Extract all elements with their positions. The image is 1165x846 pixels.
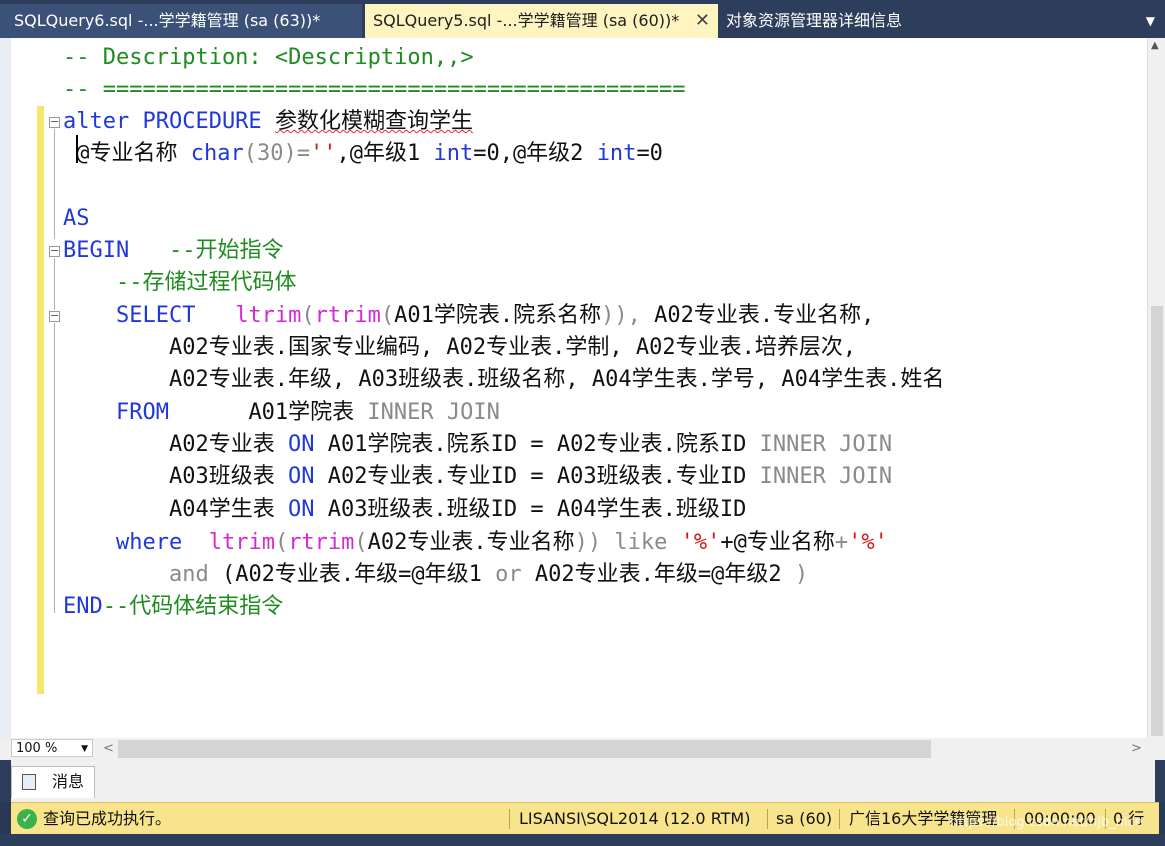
code-line: A02专业表.国家专业编码, A02专业表.学制, A02专业表.培养层次, bbox=[63, 335, 857, 360]
collapse-select-icon[interactable]: − bbox=[49, 310, 60, 322]
fold-guide bbox=[54, 129, 55, 239]
tab-sqlquery6[interactable]: SQLQuery6.sql -...学学籍管理 (sa (63))* bbox=[0, 4, 362, 38]
success-check-icon: ✓ bbox=[17, 809, 37, 829]
collapse-procedure-icon[interactable]: − bbox=[49, 116, 60, 128]
code-line: @专业名称 char(30)='',@年级1 int=0,@年级2 int=0 bbox=[63, 141, 663, 166]
vertical-scrollbar[interactable]: ▲ bbox=[1147, 38, 1165, 738]
status-divider bbox=[767, 809, 768, 829]
tab-messages[interactable]: 消息 bbox=[11, 766, 95, 798]
fold-guide bbox=[54, 323, 55, 613]
horizontal-scroll-thumb[interactable] bbox=[118, 740, 931, 758]
tab-object-explorer-details[interactable]: 对象资源管理器详细信息 ▼ bbox=[722, 4, 1165, 38]
chevron-down-icon: ▼ bbox=[81, 744, 88, 754]
code-line: A04学生表 ON A03班级表.班级ID = A04学生表.班级ID bbox=[63, 497, 747, 522]
window-bottom-frame bbox=[0, 834, 1165, 846]
code-line: A03班级表 ON A02专业表.专业ID = A03班级表.专业ID INNE… bbox=[63, 464, 893, 489]
zoom-select[interactable]: 100 % ▼ bbox=[11, 739, 93, 757]
fold-guide bbox=[54, 258, 55, 310]
status-server: LISANSI\SQL2014 (12.0 RTM) bbox=[519, 809, 751, 828]
tab-sqlquery5[interactable]: SQLQuery5.sql -...学学籍管理 (sa (60))* ✕ bbox=[365, 4, 718, 38]
tab-sqlquery6-label: SQLQuery6.sql -...学学籍管理 (sa (63))* bbox=[14, 11, 321, 30]
scroll-up-icon[interactable]: ▲ bbox=[1151, 40, 1159, 51]
code-line: A02专业表 ON A01学院表.院系ID = A02专业表.院系ID INNE… bbox=[63, 432, 893, 457]
code-line: and (A02专业表.年级=@年级1 or A02专业表.年级=@年级2 ) bbox=[63, 562, 809, 587]
status-divider bbox=[839, 809, 840, 829]
code-line: alter PROCEDURE 参数化模糊查询学生 bbox=[63, 109, 473, 134]
code-line: AS bbox=[63, 206, 90, 231]
results-pane bbox=[11, 760, 1155, 802]
tab-list-dropdown-icon[interactable]: ▼ bbox=[1146, 4, 1155, 38]
status-message: 查询已成功执行。 bbox=[43, 809, 172, 828]
collapse-begin-icon[interactable]: − bbox=[49, 245, 60, 257]
status-user: sa (60) bbox=[776, 809, 833, 828]
status-divider bbox=[509, 809, 510, 829]
code-line: BEGIN --开始指令 bbox=[63, 238, 284, 263]
code-line: where ltrim(rtrim(A02专业表.专业名称)) like '%'… bbox=[63, 530, 888, 555]
scroll-left-icon[interactable]: < bbox=[103, 741, 114, 756]
scroll-right-icon[interactable]: > bbox=[1131, 741, 1142, 756]
messages-icon bbox=[22, 774, 36, 790]
code-line: -- Description: <Description,,> bbox=[63, 45, 474, 70]
code-line: --存储过程代码体 bbox=[63, 270, 297, 295]
tab-sqlquery5-label: SQLQuery5.sql -...学学籍管理 (sa (60))* bbox=[373, 11, 680, 30]
editor-gutter bbox=[11, 38, 37, 738]
code-line: END--代码体结束指令 bbox=[63, 594, 284, 619]
watermark: https://blog.csdn.net/hjb_nice bbox=[950, 815, 1143, 830]
document-tab-bar: SQLQuery6.sql -...学学籍管理 (sa (63))* SQLQu… bbox=[0, 0, 1165, 38]
tab-messages-label: 消息 bbox=[52, 772, 85, 791]
change-tracking-bar bbox=[37, 106, 44, 694]
vertical-scroll-thumb[interactable] bbox=[1151, 306, 1163, 736]
text-caret bbox=[76, 135, 78, 163]
code-line: SELECT ltrim(rtrim(A01学院表.院系名称)), A02专业表… bbox=[63, 303, 875, 328]
code-line: -- =====================================… bbox=[63, 77, 686, 102]
tab-object-explorer-details-label: 对象资源管理器详细信息 bbox=[726, 11, 903, 30]
close-tab-icon[interactable]: ✕ bbox=[695, 4, 710, 38]
code-line: FROM A01学院表 INNER JOIN bbox=[63, 400, 500, 425]
code-line: A02专业表.年级, A03班级表.班级名称, A04学生表.学号, A04学生… bbox=[63, 367, 945, 392]
